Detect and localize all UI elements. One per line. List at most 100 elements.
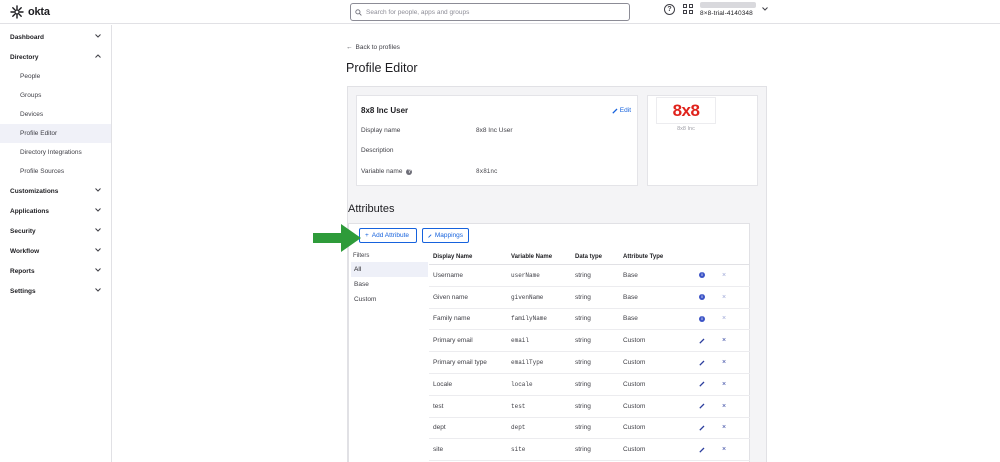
column-header: Variable Name bbox=[511, 254, 553, 260]
sidebar-item-devices[interactable]: Devices bbox=[0, 105, 111, 124]
user-menu[interactable]: 8×8-trial-4140348 bbox=[700, 2, 758, 17]
attribute-data-type: string bbox=[575, 293, 591, 301]
nav-group-customizations[interactable]: Customizations bbox=[0, 181, 111, 201]
redacted-user-name bbox=[700, 2, 756, 8]
attribute-variable-name: givenName bbox=[511, 293, 544, 301]
pencil-icon[interactable] bbox=[699, 403, 705, 409]
chevron-down-icon bbox=[95, 228, 101, 232]
info-icon[interactable]: i bbox=[699, 294, 705, 301]
table-row[interactable]: site site string Custom × bbox=[429, 439, 750, 462]
attribute-display-name: Username bbox=[433, 271, 463, 279]
nav-group-settings[interactable]: Settings bbox=[0, 281, 111, 301]
logo-caption: 8x8 Inc bbox=[677, 126, 695, 132]
chevron-down-icon bbox=[95, 268, 101, 272]
edit-label: Edit bbox=[619, 107, 631, 114]
sidebar-item-profile-editor[interactable]: Profile Editor bbox=[0, 124, 111, 143]
attribute-type: Custom bbox=[623, 337, 646, 345]
delete-icon[interactable]: × bbox=[722, 337, 726, 344]
nav-group-dashboard[interactable]: Dashboard bbox=[0, 27, 111, 47]
info-icon[interactable]: i bbox=[699, 272, 705, 279]
nav-group-reports[interactable]: Reports bbox=[0, 261, 111, 281]
nav-group-security[interactable]: Security bbox=[0, 221, 111, 241]
delete-icon[interactable]: × bbox=[722, 403, 726, 410]
attribute-variable-name: dept bbox=[511, 424, 526, 432]
chevron-down-icon[interactable] bbox=[762, 7, 768, 11]
nav-group-label: Directory bbox=[10, 53, 39, 61]
attribute-type: Custom bbox=[623, 424, 646, 432]
attribute-type: Base bbox=[623, 293, 638, 301]
info-icon[interactable]: i bbox=[699, 315, 705, 322]
okta-sunburst-icon bbox=[10, 5, 24, 19]
pencil-icon[interactable] bbox=[699, 425, 705, 431]
table-row[interactable]: Primary email type emailType string Custom × bbox=[429, 352, 750, 374]
search-icon bbox=[355, 8, 362, 16]
description-label: Description bbox=[361, 147, 394, 154]
okta-logo[interactable]: okta bbox=[10, 4, 50, 20]
delete-icon[interactable]: × bbox=[722, 424, 726, 431]
back-link-label: Back to profiles bbox=[355, 44, 400, 51]
logo-text: 8x8 bbox=[672, 100, 700, 120]
table-row[interactable]: dept dept string Custom × bbox=[429, 418, 750, 440]
delete-icon: × bbox=[721, 315, 727, 323]
profile-name: 8x8 Inc User bbox=[361, 106, 409, 115]
nav-group-workflow[interactable]: Workflow bbox=[0, 241, 111, 261]
attribute-display-name: dept bbox=[433, 424, 446, 432]
table-row[interactable]: Username userName string Base i × bbox=[429, 265, 750, 287]
attribute-display-name: test bbox=[433, 402, 444, 410]
info-icon[interactable]: ? bbox=[406, 168, 413, 175]
nav-group-label: Applications bbox=[10, 207, 50, 215]
nav-group-label: Settings bbox=[10, 287, 36, 295]
plus-icon: + bbox=[365, 232, 369, 239]
attribute-variable-name: email bbox=[511, 337, 530, 345]
attribute-data-type: string bbox=[575, 424, 591, 432]
table-row[interactable]: Family name familyName string Base i × bbox=[429, 309, 750, 331]
table-row[interactable]: Given name givenName string Base i × bbox=[429, 287, 750, 309]
mappings-button[interactable]: Mappings bbox=[422, 228, 469, 243]
filter-base[interactable]: Base bbox=[351, 277, 428, 292]
global-search[interactable] bbox=[350, 3, 630, 21]
sidebar-item-directory-integrations[interactable]: Directory Integrations bbox=[0, 143, 111, 162]
pencil-icon[interactable] bbox=[699, 360, 705, 366]
nav-group-label: Security bbox=[10, 227, 36, 235]
app-logo: 8x8 bbox=[656, 97, 716, 124]
page-title: Profile Editor bbox=[346, 61, 418, 75]
filter-all[interactable]: All bbox=[351, 262, 428, 277]
profile-details-card: 8x8 Inc User Edit Display name 8x8 Inc U… bbox=[356, 95, 638, 186]
main-content: ← Back to profiles Profile Editor 8x8 In… bbox=[112, 25, 1000, 462]
delete-icon[interactable]: × bbox=[722, 381, 726, 388]
attribute-display-name: Primary email bbox=[433, 337, 473, 345]
back-to-profiles-link[interactable]: ← Back to profiles bbox=[346, 44, 400, 51]
add-attribute-button[interactable]: + Add Attribute bbox=[359, 228, 417, 243]
apps-grid-icon[interactable] bbox=[683, 4, 693, 14]
delete-icon[interactable]: × bbox=[722, 359, 726, 366]
table-row[interactable]: Primary email email string Custom × bbox=[429, 330, 750, 353]
attribute-type: Custom bbox=[623, 359, 646, 367]
annotation-arrow-icon bbox=[313, 224, 361, 252]
nav-group-label: Workflow bbox=[10, 247, 40, 255]
table-row[interactable]: test test string Custom × bbox=[429, 396, 750, 418]
attribute-type: Custom bbox=[623, 380, 646, 388]
nav-group-applications[interactable]: Applications bbox=[0, 201, 111, 221]
filter-custom[interactable]: Custom bbox=[351, 292, 428, 307]
table-row[interactable]: Locale locale string Custom × bbox=[429, 374, 750, 396]
nav-group-label: Reports bbox=[10, 267, 35, 275]
delete-icon: × bbox=[721, 293, 727, 301]
search-input[interactable] bbox=[366, 8, 629, 16]
pencil-icon[interactable] bbox=[699, 381, 705, 388]
attribute-data-type: string bbox=[575, 337, 591, 345]
org-name: 8×8-trial-4140348 bbox=[700, 10, 753, 17]
help-icon[interactable]: ? bbox=[664, 4, 675, 15]
edit-profile-button[interactable]: Edit bbox=[612, 107, 631, 114]
top-bar: okta ? 8×8-trial-4140348 bbox=[0, 0, 1000, 24]
pencil-icon[interactable] bbox=[699, 447, 705, 453]
sidebar-item-people[interactable]: People bbox=[0, 67, 111, 86]
display-name-label: Display name bbox=[361, 127, 401, 134]
pencil-icon bbox=[612, 108, 618, 114]
sidebar-item-groups[interactable]: Groups bbox=[0, 86, 111, 105]
sidebar-item-profile-sources[interactable]: Profile Sources bbox=[0, 162, 111, 181]
nav-group-directory[interactable]: Directory bbox=[0, 47, 111, 67]
attributes-section: + Add Attribute Mappings Filters All Bas… bbox=[348, 223, 750, 462]
pencil-icon[interactable] bbox=[699, 338, 705, 344]
delete-icon[interactable]: × bbox=[722, 446, 726, 453]
attribute-data-type: string bbox=[575, 402, 591, 410]
